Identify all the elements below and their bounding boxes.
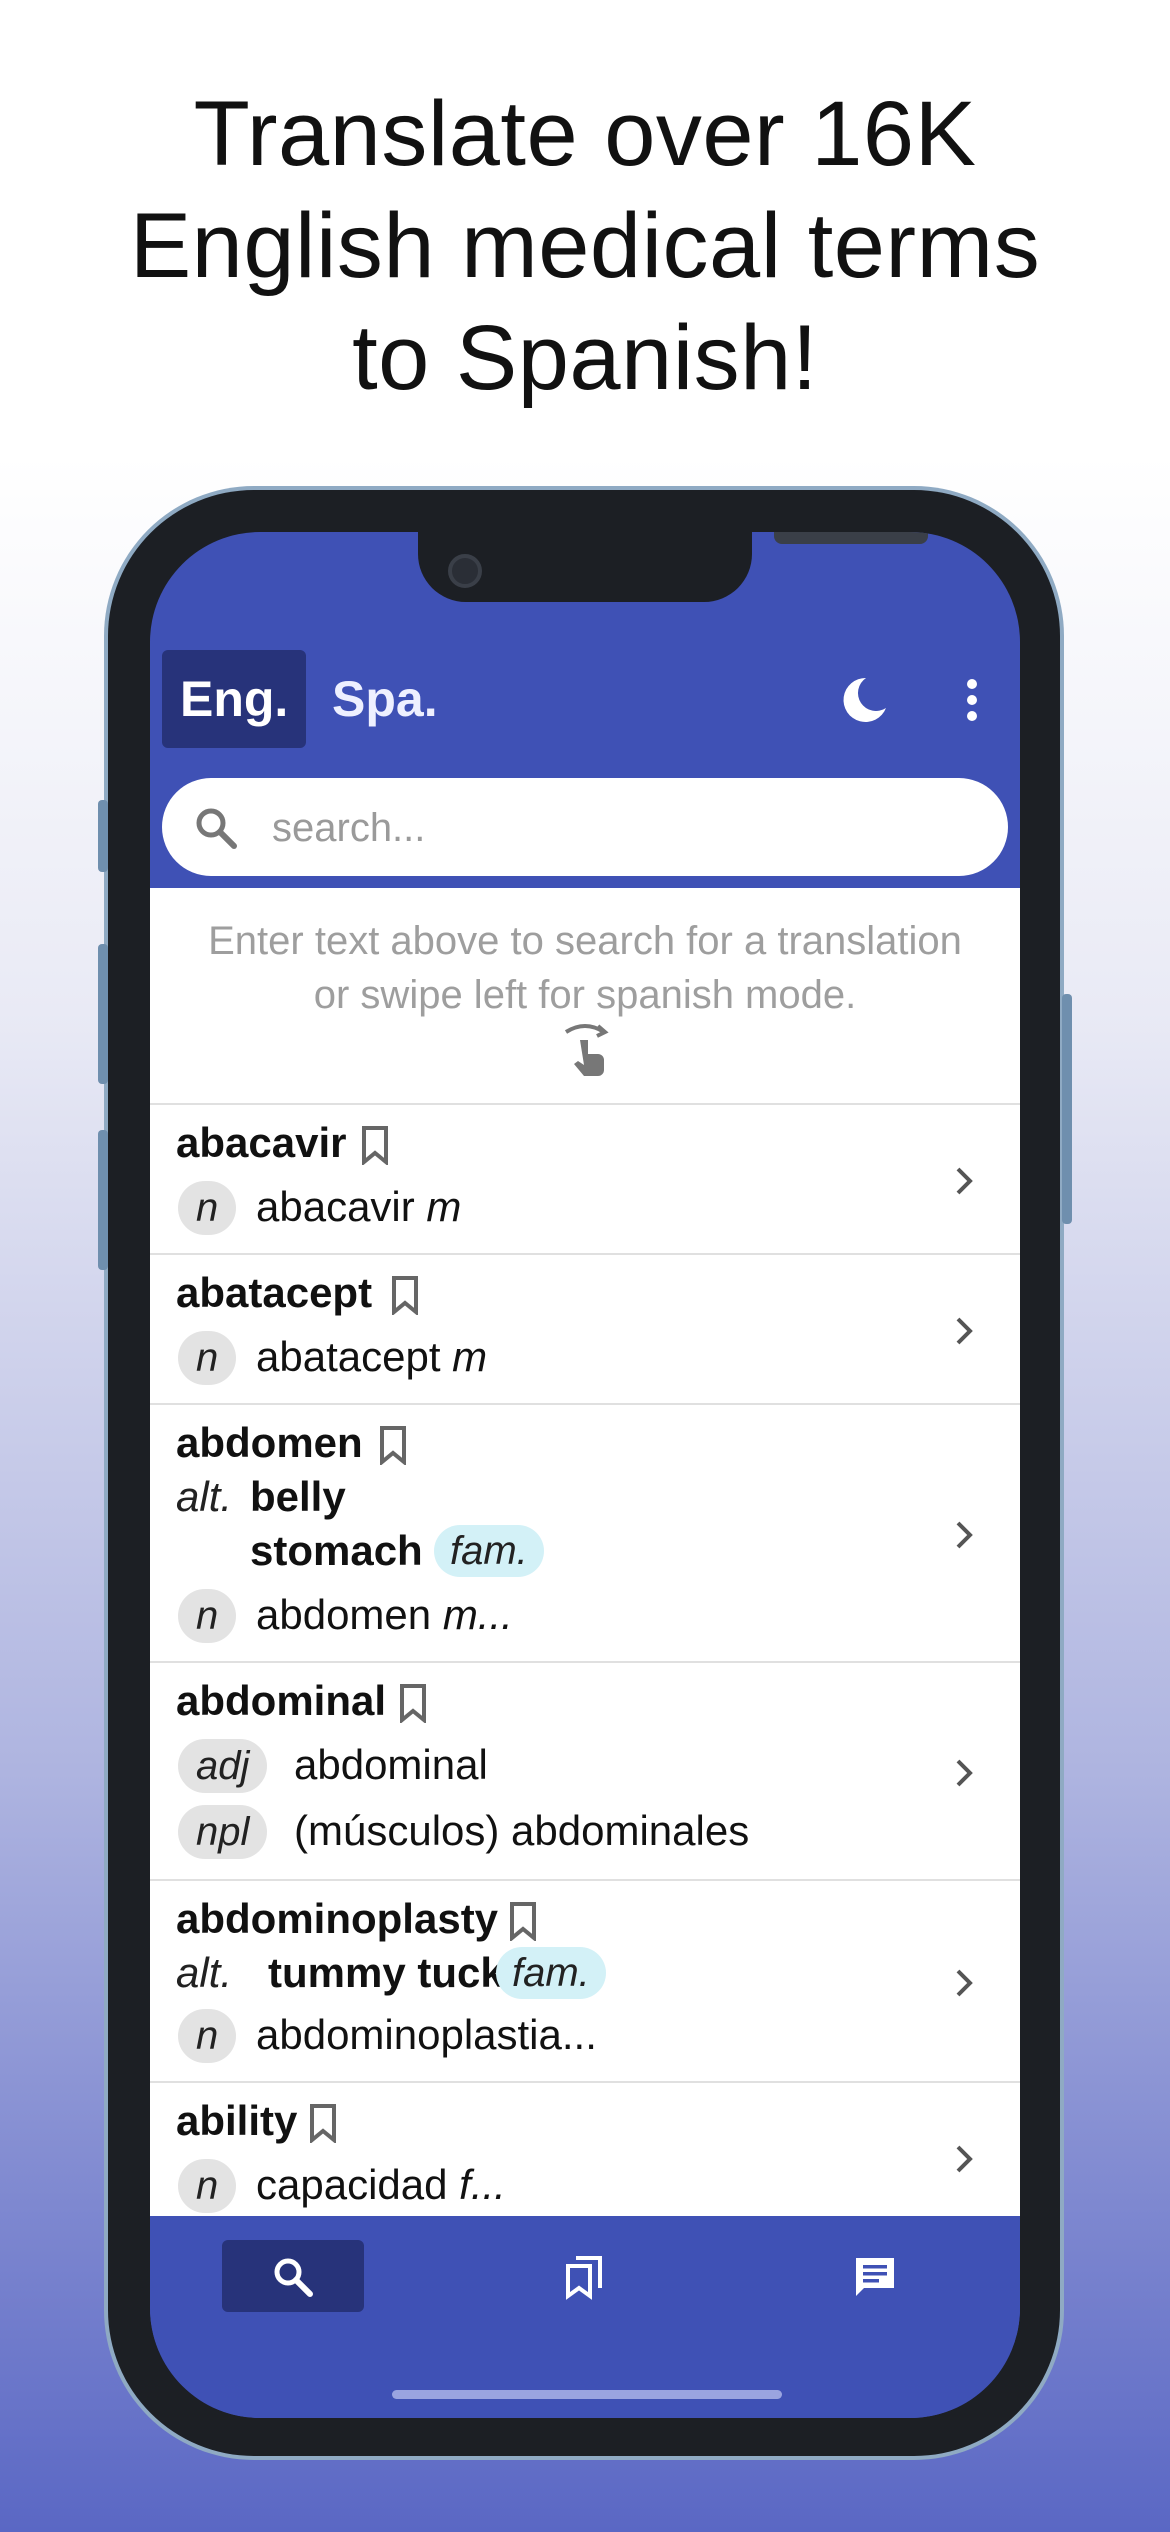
- pos-chip: n: [178, 1589, 237, 1643]
- entries-list: abacavir n abacavir m abatacept n abatac…: [150, 1103, 1020, 2218]
- bookmark-icon[interactable]: [398, 1683, 428, 1723]
- home-indicator[interactable]: [392, 2390, 782, 2399]
- entry-translation: (músculos) abdominales: [294, 1807, 750, 1854]
- app-bar: Eng. Spa.: [150, 650, 1020, 760]
- phone-volume-up: [98, 944, 108, 1084]
- pos-chip: n: [178, 1181, 237, 1235]
- gender-label: f...: [459, 2161, 506, 2208]
- tab-spanish[interactable]: Spa.: [314, 650, 456, 748]
- familiar-tag: fam.: [496, 1947, 606, 1999]
- pos-chip: n: [178, 2009, 237, 2063]
- gender-label: m...: [442, 1591, 513, 1638]
- entry-term: abdominoplasty: [176, 1895, 499, 1942]
- chevron-right-icon: [956, 1317, 973, 1345]
- chevron-right-icon: [956, 1969, 973, 1997]
- alt-term: stomach: [250, 1527, 423, 1574]
- entry-translation: abdominal: [294, 1741, 488, 1788]
- bookmark-icon[interactable]: [378, 1425, 408, 1465]
- headline-line-1: Translate over 16K: [193, 83, 977, 185]
- entry-translation: capacidad f...: [256, 2161, 506, 2208]
- entry-translation: abdomen m...: [256, 1591, 513, 1638]
- more-vert-icon[interactable]: [944, 672, 1000, 728]
- chevron-right-icon: [956, 1521, 973, 1549]
- gender-label: m: [426, 1183, 462, 1230]
- alt-term: belly: [250, 1473, 346, 1520]
- list-item[interactable]: abdominoplasty alt. tummy tuck fam. n ab…: [150, 1879, 1020, 2081]
- entry-term: abdominal: [176, 1677, 387, 1724]
- tab-english[interactable]: Eng.: [162, 650, 307, 748]
- pos-chip: npl: [178, 1805, 268, 1859]
- headline: Translate over 16K English medical terms…: [0, 78, 1170, 414]
- nav-bookmarks-button[interactable]: [514, 2240, 656, 2312]
- chevron-right-icon: [956, 2145, 973, 2173]
- entry-term: abacavir: [176, 1119, 347, 1166]
- bookmark-icon[interactable]: [390, 1275, 420, 1315]
- front-camera: [448, 554, 482, 588]
- chevron-right-icon: [956, 1167, 973, 1195]
- hint-line-1: Enter text above to search for a transla…: [208, 919, 962, 963]
- list-item[interactable]: ability n capacidad f...: [150, 2081, 1020, 2218]
- alt-term: tummy tuck: [268, 1949, 504, 1996]
- entry-term: ability: [176, 2097, 298, 2144]
- results-area: Enter text above to search for a transla…: [150, 888, 1020, 2218]
- pos-chip: n: [178, 2159, 237, 2213]
- phone-side-button: [98, 800, 108, 872]
- headline-line-2: English medical terms: [129, 195, 1041, 297]
- bottom-nav: [150, 2216, 1020, 2418]
- pos-chip: adj: [178, 1739, 268, 1793]
- list-item[interactable]: abdominal adj abdominal npl (músculos) a…: [150, 1661, 1020, 1879]
- headline-line-3: to Spanish!: [352, 307, 818, 409]
- search-input[interactable]: [270, 778, 974, 878]
- moon-icon[interactable]: [836, 672, 892, 728]
- alt-label: alt.: [176, 1473, 233, 1520]
- hint-line-2: or swipe left for spanish mode.: [313, 973, 857, 1017]
- bookmark-icon[interactable]: [360, 1125, 390, 1165]
- list-item[interactable]: abdomen alt. belly stomach fam. n abdome…: [150, 1403, 1020, 1661]
- bookmark-icon[interactable]: [308, 2103, 338, 2143]
- list-item[interactable]: abacavir n abacavir m: [150, 1103, 1020, 1253]
- speaker: [774, 532, 928, 544]
- entry-term: abatacept: [176, 1269, 373, 1316]
- search-bar[interactable]: [162, 778, 1008, 878]
- phone-volume-down: [98, 1130, 108, 1270]
- entry-translation: abdominoplastia...: [256, 2011, 597, 2058]
- entry-term: abdomen: [176, 1419, 363, 1466]
- feedback-icon: [856, 2258, 894, 2296]
- chevron-right-icon: [956, 1759, 973, 1787]
- alt-label: alt.: [176, 1949, 233, 1996]
- swipe-icon: [564, 1024, 609, 1076]
- phone-screen: Eng. Spa. Enter text above to search for…: [150, 532, 1020, 2418]
- pos-chip: n: [178, 1331, 237, 1385]
- list-item[interactable]: abatacept n abatacept m: [150, 1253, 1020, 1403]
- nav-search-button[interactable]: [222, 2240, 364, 2312]
- bookmarks-icon: [566, 2256, 602, 2300]
- search-icon: [274, 2258, 313, 2297]
- entry-translation: abatacept m: [256, 1333, 488, 1380]
- familiar-tag: fam.: [434, 1525, 544, 1577]
- bookmark-icon[interactable]: [508, 1901, 538, 1941]
- search-hint: Enter text above to search for a transla…: [150, 914, 1020, 1022]
- gender-label: m: [452, 1333, 488, 1380]
- nav-feedback-button[interactable]: [804, 2240, 946, 2312]
- entry-translation: abacavir m: [256, 1183, 462, 1230]
- search-icon: [196, 808, 237, 849]
- phone-power-button: [1062, 994, 1072, 1224]
